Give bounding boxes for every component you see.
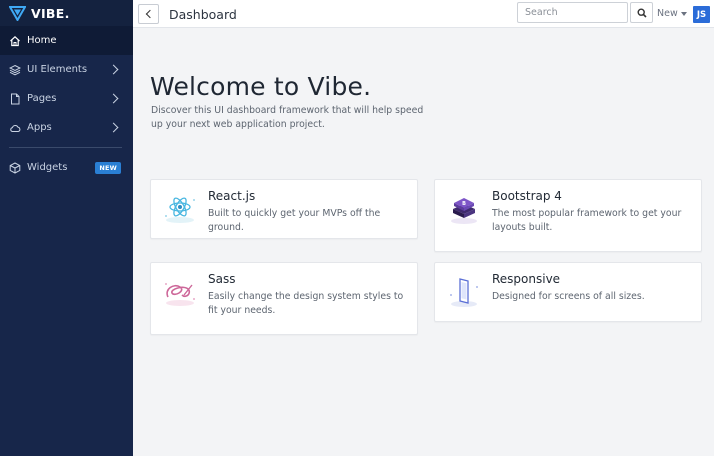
caret-down-icon xyxy=(680,11,687,16)
react-icon xyxy=(165,197,195,223)
card-description: Built to quickly get your MVPs off the g… xyxy=(208,208,381,233)
chevron-right-icon xyxy=(108,93,119,104)
feature-card-sass[interactable]: Sass Easily change the design system sty… xyxy=(150,262,418,335)
sidebar-item-pages[interactable]: Pages xyxy=(0,84,133,113)
sidebar-item-label: Pages xyxy=(27,93,57,104)
card-title: React.js xyxy=(208,189,256,203)
feature-card-responsive[interactable]: Responsive Designed for screens of all s… xyxy=(434,262,702,322)
top-header: Dashboard New JS xyxy=(133,0,714,28)
chevron-left-icon xyxy=(145,9,154,19)
bootstrap-icon: B xyxy=(451,198,477,224)
welcome-subtitle: Discover this UI dashboard framework tha… xyxy=(151,105,424,130)
card-description: Designed for screens of all sizes. xyxy=(492,291,645,302)
new-dropdown-label: New xyxy=(657,8,678,19)
welcome-heading: Welcome to Vibe. xyxy=(150,72,372,101)
file-icon xyxy=(9,93,21,105)
card-description: Easily change the design system styles t… xyxy=(208,291,404,316)
brand[interactable]: VIBE. xyxy=(0,0,133,26)
box-icon xyxy=(9,161,21,174)
card-title: Bootstrap 4 xyxy=(492,189,562,203)
chevron-right-icon xyxy=(108,122,119,133)
new-badge: NEW xyxy=(95,161,121,174)
new-dropdown[interactable]: New xyxy=(657,8,687,19)
sass-icon xyxy=(165,283,195,306)
card-title: Responsive xyxy=(492,272,561,286)
sidebar-item-label: UI Elements xyxy=(27,64,88,75)
feature-card-react[interactable]: React.js Built to quickly get your MVPs … xyxy=(150,179,418,239)
sidebar-item-label: Widgets xyxy=(27,162,68,173)
sidebar-divider xyxy=(9,147,122,148)
cloud-icon xyxy=(9,122,21,134)
sidebar-item-widgets[interactable]: Widgets NEW xyxy=(0,153,133,182)
search-icon xyxy=(636,7,647,18)
sidebar-item-ui-elements[interactable]: UI Elements xyxy=(0,55,133,84)
layers-icon xyxy=(9,64,21,76)
search-input[interactable] xyxy=(517,2,628,23)
sidebar-item-label: Apps xyxy=(27,122,52,133)
card-description: The most popular framework to get your l… xyxy=(492,208,682,233)
sidebar-item-apps[interactable]: Apps xyxy=(0,113,133,142)
vibe-logo-icon xyxy=(9,5,26,21)
brand-name: VIBE. xyxy=(31,5,70,21)
back-button[interactable] xyxy=(138,4,159,24)
search-button[interactable] xyxy=(630,2,653,23)
sidebar: VIBE. Home UI Elements Pages Apps Widget… xyxy=(0,0,133,456)
sidebar-item-home[interactable]: Home xyxy=(0,26,133,55)
home-icon xyxy=(9,35,21,47)
page-title: Dashboard xyxy=(169,7,237,22)
svg-text:B: B xyxy=(462,201,466,207)
sidebar-item-label: Home xyxy=(27,35,57,46)
card-title: Sass xyxy=(208,272,236,286)
feature-card-bootstrap[interactable]: B Bootstrap 4 The most popular framework… xyxy=(434,179,702,252)
responsive-icon xyxy=(450,278,478,307)
avatar[interactable]: JS xyxy=(693,6,710,23)
chevron-right-icon xyxy=(108,64,119,75)
